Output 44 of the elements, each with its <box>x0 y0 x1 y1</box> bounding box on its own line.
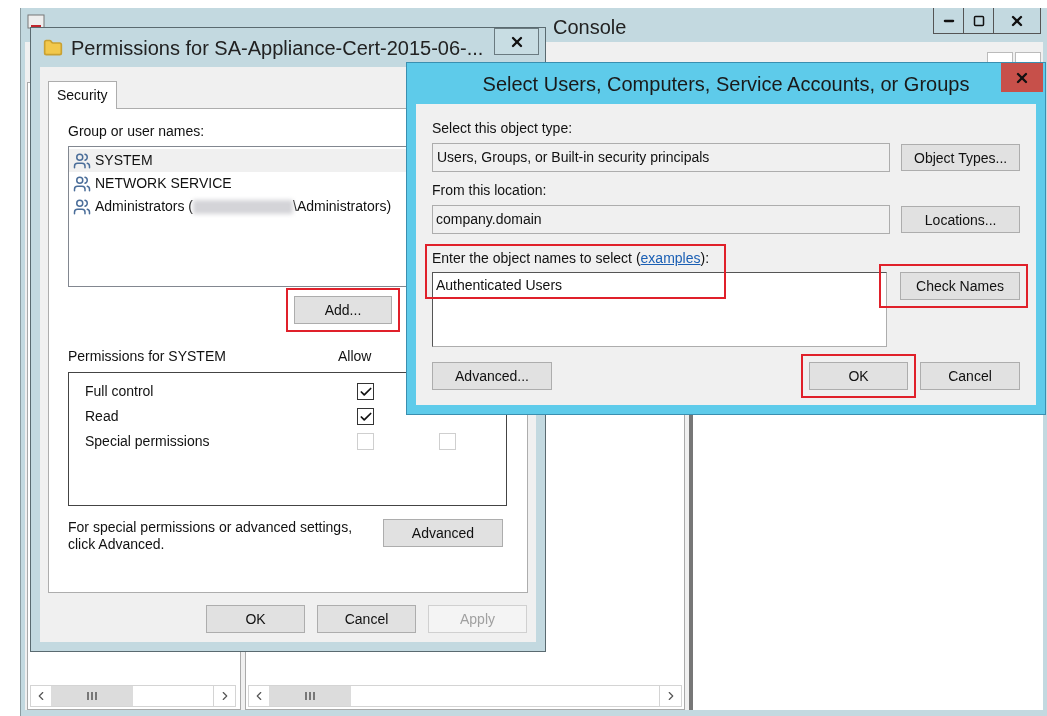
users-icon <box>73 197 91 216</box>
maximize-icon <box>972 14 985 27</box>
dialog-button[interactable]: Cancel <box>317 605 416 633</box>
object-types-button[interactable]: Object Types... <box>901 144 1020 171</box>
user-name: SYSTEM <box>95 151 153 170</box>
check-names-button[interactable]: Check Names <box>900 272 1020 300</box>
dialog-title: Select Users, Computers, Service Accounts, or Groups <box>482 71 970 97</box>
object-names-field[interactable]: Authenticated Users <box>432 272 887 347</box>
cancel-button[interactable]: Cancel <box>920 362 1020 390</box>
advanced-button[interactable]: Advanced <box>383 519 503 547</box>
field-label: Enter the object names to select (examples): <box>432 249 710 268</box>
permission-name: Read <box>85 407 120 426</box>
location-field: company.domain <box>432 205 891 234</box>
field-label: Select this object type: <box>432 119 573 138</box>
permission-name: Full control <box>85 382 155 401</box>
ok-button[interactable]: OK <box>809 362 908 390</box>
dialog-button[interactable]: OK <box>206 605 305 633</box>
advanced-note: For special permissions or advanced settings, click Advanced. <box>68 519 354 553</box>
window-title: Console <box>553 15 627 40</box>
field-label: From this location: <box>432 181 547 200</box>
horizontal-scrollbar[interactable] <box>248 685 682 707</box>
field-label: Permissions for SYSTEM <box>68 347 226 366</box>
folder-icon <box>43 37 63 58</box>
users-icon <box>73 151 91 170</box>
close-button[interactable] <box>494 28 539 55</box>
users-icon <box>73 174 91 193</box>
user-name: \Administrators) <box>293 197 392 216</box>
field-label: Group or user names: <box>68 122 205 141</box>
user-name: NETWORK SERVICE <box>95 174 232 193</box>
user-name: Administrators ( <box>95 197 194 216</box>
advanced-button[interactable]: Advanced... <box>432 362 552 390</box>
examples-link[interactable]: examples <box>640 250 701 266</box>
dialog-title: Permissions for SA-Appliance-Cert-2015-06-... <box>71 35 484 61</box>
scroll-grip-icon <box>86 692 98 700</box>
checkbox[interactable] <box>357 408 374 425</box>
checkbox[interactable] <box>357 383 374 400</box>
horizontal-scrollbar[interactable] <box>30 685 236 707</box>
column-header: Allow <box>337 347 372 366</box>
tab[interactable]: Security <box>48 81 117 109</box>
object-type-field: Users, Groups, or Built-in security principals <box>432 143 891 172</box>
scroll-grip-icon <box>304 692 316 700</box>
locations-button[interactable]: Locations... <box>901 206 1020 233</box>
permission-name: Special permissions <box>85 432 211 451</box>
add-button[interactable]: Add... <box>294 296 392 324</box>
